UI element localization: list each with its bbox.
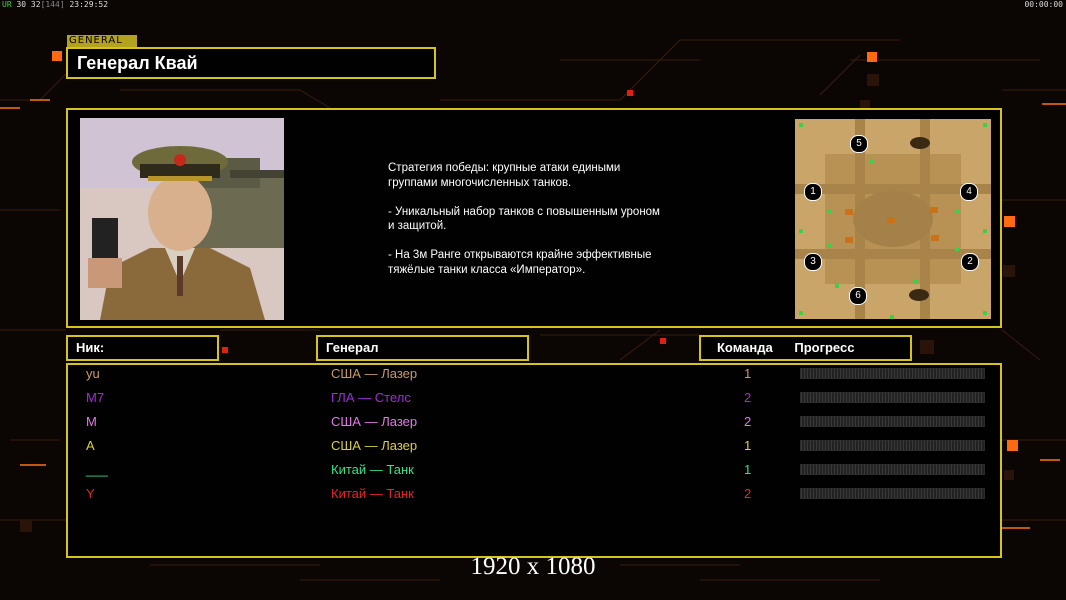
general-portrait: [80, 118, 284, 320]
player-row: A США — Лазер 1: [0, 436, 1066, 456]
player-general: Китай — Танк: [331, 486, 414, 501]
start-position-6: 6: [849, 287, 867, 305]
start-position-5: 5: [850, 135, 868, 153]
player-general: Китай — Танк: [331, 462, 414, 477]
player-general: США — Лазер: [331, 438, 418, 453]
player-nick: M: [86, 414, 97, 429]
general-strategy-description: Стратегия победы: крупные атаки едиными …: [388, 162, 660, 276]
player-progress-bar: [800, 416, 985, 427]
player-row: yu США — Лазер 1: [0, 364, 1066, 384]
player-team: 2: [744, 414, 752, 429]
resolution-label: 1920 x 1080: [470, 553, 596, 580]
player-row: M7 ГЛА — Стелс 2: [0, 388, 1066, 408]
player-general: США — Лазер: [331, 366, 418, 381]
header-team: Команда: [717, 340, 773, 355]
general-name-title: Генерал Квай: [66, 47, 436, 79]
start-position-2: 2: [961, 253, 979, 271]
minimap: 5 1 4 3 2 6: [795, 119, 991, 319]
player-team: 1: [744, 366, 752, 381]
player-team: 2: [744, 390, 752, 405]
player-nick: M7: [86, 390, 105, 405]
player-row: M США — Лазер 2: [0, 412, 1066, 432]
player-general: ГЛА — Стелс: [331, 390, 411, 405]
player-progress-bar: [800, 464, 985, 475]
player-progress-bar: [800, 368, 985, 379]
general-tag: GENERAL: [67, 35, 137, 47]
player-general: США — Лазер: [331, 414, 418, 429]
player-progress-bar: [800, 440, 985, 451]
player-nick: Y: [86, 486, 95, 501]
player-progress-bar: [800, 392, 985, 403]
player-row: Y Китай — Танк 2: [0, 484, 1066, 504]
header-nick: Ник:: [66, 335, 219, 361]
status-bar: UR 30 32[144] 23:29:52 00:00:00: [0, 0, 1066, 10]
header-team-progress: Команда Прогресс: [699, 335, 912, 361]
start-position-4: 4: [960, 183, 978, 201]
start-position-1: 1: [804, 183, 822, 201]
player-row: ___ Китай — Танк 1: [0, 460, 1066, 480]
status-clock: 00:00:00: [1024, 0, 1063, 9]
start-position-3: 3: [804, 253, 822, 271]
header-progress: Прогресс: [794, 340, 855, 355]
header-general: Генерал: [316, 335, 529, 361]
player-team: 1: [744, 462, 752, 477]
player-team: 2: [744, 486, 752, 501]
player-nick: yu: [86, 366, 100, 381]
status-left: UR 30 32[144] 23:29:52: [2, 0, 109, 9]
player-nick: A: [86, 438, 95, 453]
player-nick: ___: [86, 462, 108, 477]
player-team: 1: [744, 438, 752, 453]
player-progress-bar: [800, 488, 985, 499]
